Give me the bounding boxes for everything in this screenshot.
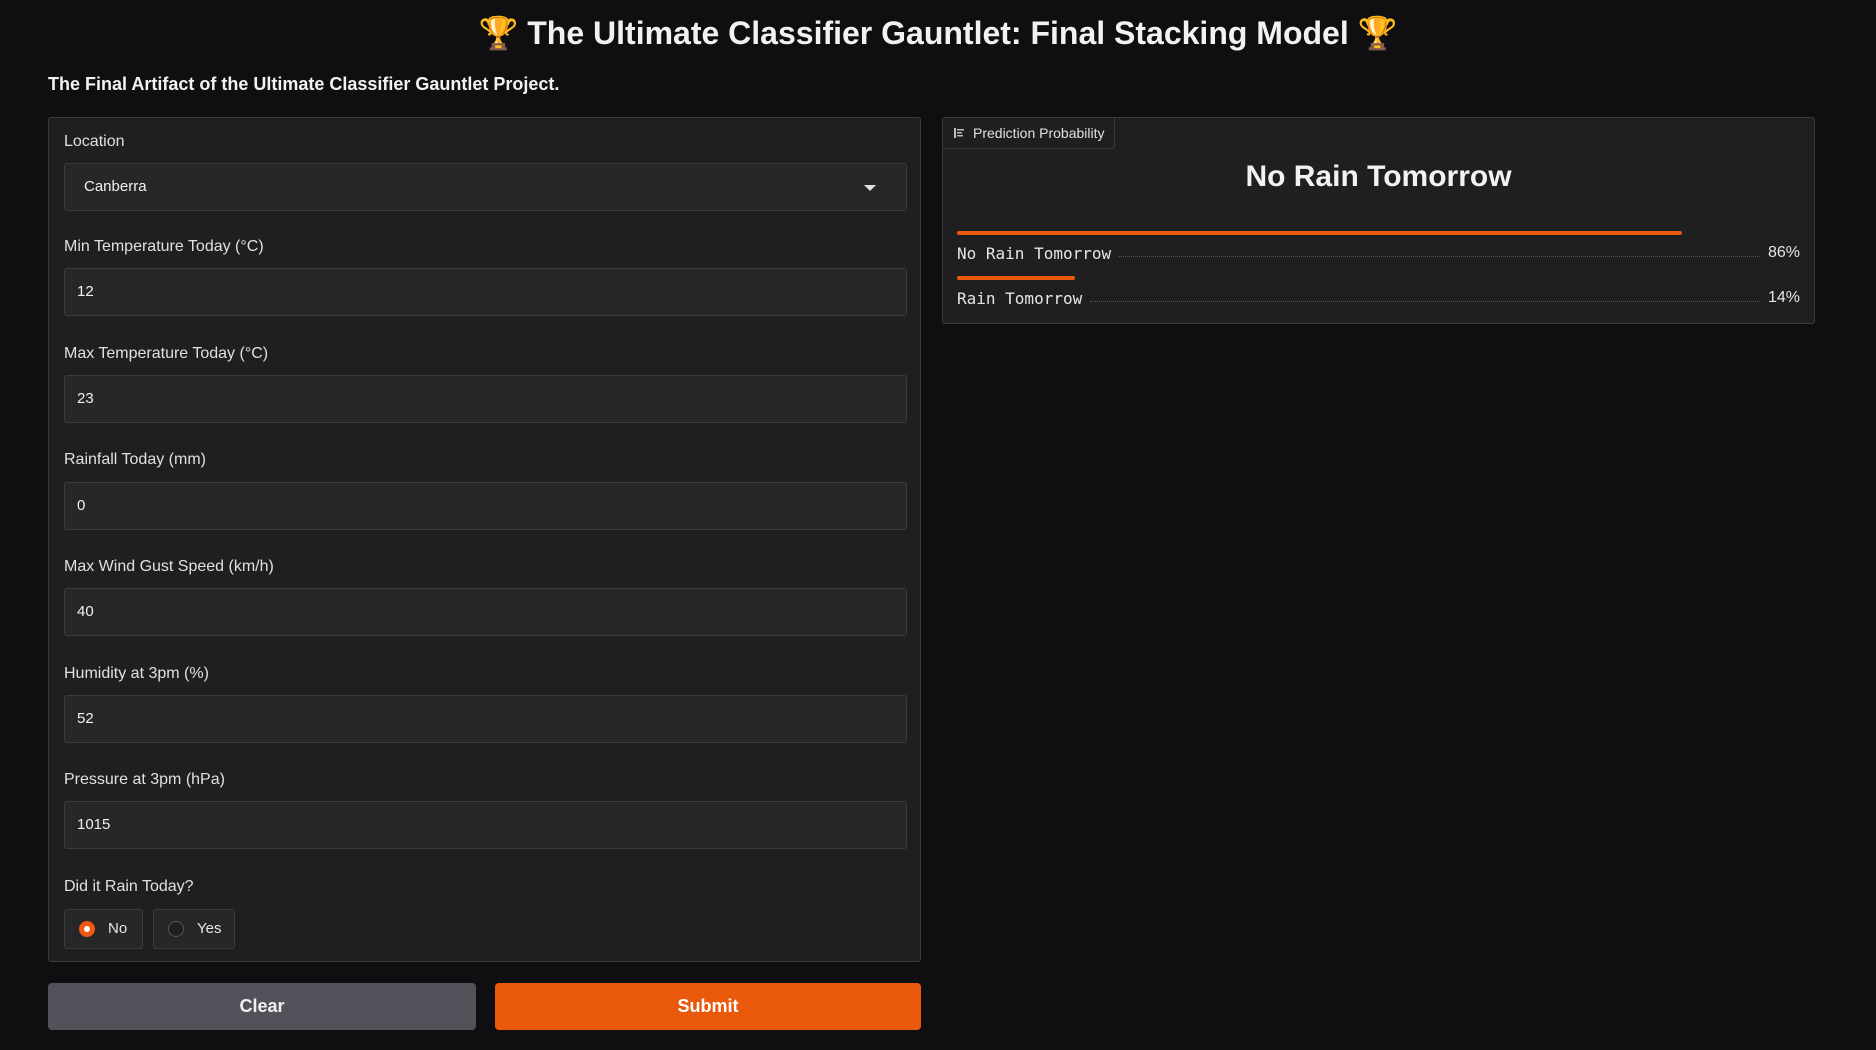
radio-unselected-icon: [168, 921, 184, 937]
pressure-input[interactable]: 1015: [64, 801, 907, 849]
location-label: Location: [64, 133, 125, 150]
radio-option-no[interactable]: No: [64, 909, 143, 949]
location-dropdown[interactable]: Canberra: [64, 163, 907, 211]
rainfall-label: Rainfall Today (mm): [64, 451, 206, 468]
min-temp-label: Min Temperature Today (°C): [64, 238, 264, 255]
confidence-label: No Rain Tomorrow: [957, 243, 1112, 263]
radio-option-yes[interactable]: Yes: [153, 909, 235, 949]
location-selected-value: Canberra: [84, 178, 147, 195]
confidence-percent: 86%: [1767, 244, 1800, 261]
app-root: 🏆 The Ultimate Classifier Gauntlet: Fina…: [0, 0, 1876, 1050]
humidity-label: Humidity at 3pm (%): [64, 665, 209, 682]
dotted-leader: [1090, 300, 1760, 302]
prediction-output-panel: Prediction Probability No Rain Tomorrow …: [942, 117, 1815, 324]
wind-gust-label: Max Wind Gust Speed (km/h): [64, 558, 274, 575]
prediction-tab: Prediction Probability: [943, 118, 1115, 149]
confidence-bar: [957, 276, 1075, 280]
radio-selected-icon: [79, 921, 95, 937]
confidence-bar: [957, 231, 1682, 235]
radio-option-label: No: [108, 920, 128, 937]
input-form-panel: Location Canberra Min Temperature Today …: [48, 117, 921, 962]
max-temp-input[interactable]: 23: [64, 375, 907, 423]
chevron-down-icon: [864, 185, 876, 191]
clear-button[interactable]: Clear: [48, 983, 476, 1030]
humidity-input[interactable]: 52: [64, 695, 907, 743]
rain-today-label: Did it Rain Today?: [64, 878, 194, 895]
page-title: 🏆 The Ultimate Classifier Gauntlet: Fina…: [478, 15, 1398, 51]
radio-option-label: Yes: [197, 920, 222, 937]
rainfall-input[interactable]: 0: [64, 482, 907, 530]
predicted-class: No Rain Tomorrow: [1245, 160, 1512, 193]
confidence-percent: 14%: [1767, 289, 1800, 306]
prediction-tab-label: Prediction Probability: [973, 125, 1105, 141]
wind-gust-input[interactable]: 40: [64, 588, 907, 636]
submit-button[interactable]: Submit: [495, 983, 921, 1030]
label-icon: [953, 119, 965, 138]
pressure-label: Pressure at 3pm (hPa): [64, 771, 225, 788]
dotted-leader: [1119, 255, 1760, 257]
page-description: The Final Artifact of the Ultimate Class…: [48, 74, 560, 94]
min-temp-input[interactable]: 12: [64, 268, 907, 316]
confidence-label: Rain Tomorrow: [957, 288, 1083, 308]
max-temp-label: Max Temperature Today (°C): [64, 345, 269, 362]
